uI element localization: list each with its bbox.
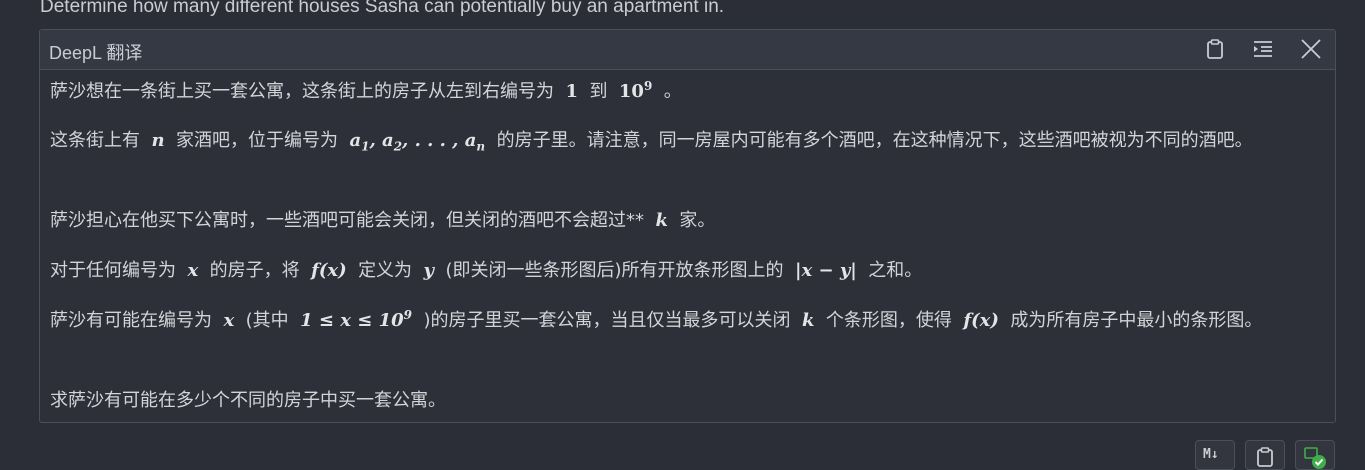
- panel-header: DeepL 翻译: [40, 30, 1335, 70]
- paragraph-6: 求萨沙有可能在多少个不同的房子中买一套公寓。: [50, 390, 446, 411]
- clipboard-icon[interactable]: [1204, 38, 1226, 60]
- close-icon[interactable]: [1300, 38, 1322, 60]
- translate-button[interactable]: [1295, 440, 1335, 470]
- problem-statement-line: Determine how many different houses Sash…: [40, 0, 725, 17]
- markdown-button[interactable]: M↓: [1195, 440, 1235, 470]
- clipboard-icon: [1257, 447, 1273, 467]
- translation-body: 萨沙想在一条街上买一套公寓，这条街上的房子从左到右编号为 1 到 109 。 这…: [41, 70, 1334, 421]
- paragraph-1: 萨沙想在一条街上买一套公寓，这条街上的房子从左到右编号为 1 到 109 。: [50, 79, 682, 102]
- paragraph-4: 对于任何编号为 x 的房子，将 f(x) 定义为 y (即关闭一些条形图后)所有…: [50, 260, 923, 281]
- translate-check-icon: [1304, 447, 1326, 469]
- paragraph-3: 萨沙担心在他买下公寓时，一些酒吧可能会关闭，但关闭的酒吧不会超过** k 家。: [50, 210, 716, 231]
- copy-button[interactable]: [1245, 440, 1285, 470]
- paragraph-5: 萨沙有可能在编号为 x (其中 1 ≤ x ≤ 109 )的房子里买一套公寓，当…: [50, 308, 1263, 331]
- paragraph-2: 这条街上有 n 家酒吧，位于编号为 a1, a2, . . . , an 的房子…: [50, 130, 1253, 154]
- panel-title: DeepL 翻译: [49, 43, 143, 63]
- deepl-translation-panel: DeepL 翻译 萨沙想在一条街上买一套公寓，这条街上的房子从左到右编号为 1 …: [39, 29, 1336, 423]
- indent-icon[interactable]: [1252, 38, 1274, 60]
